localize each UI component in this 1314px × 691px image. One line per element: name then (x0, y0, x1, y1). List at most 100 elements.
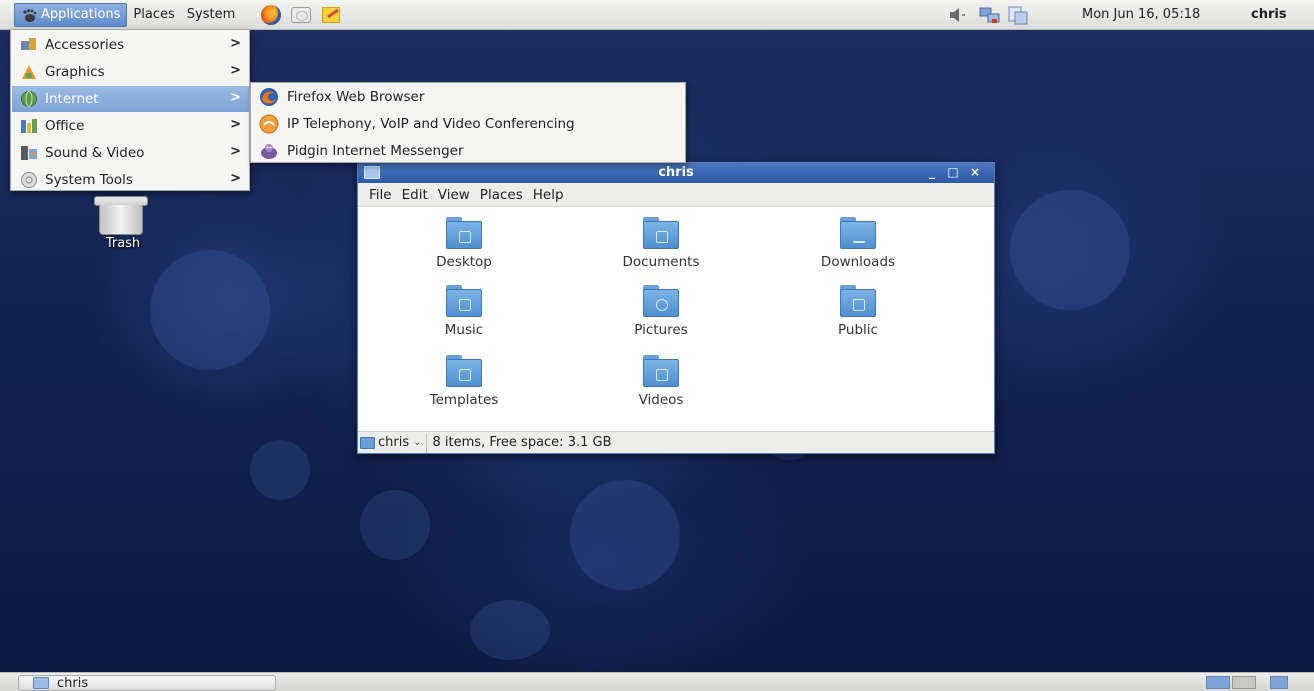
menu-item-label: Graphics (45, 64, 105, 80)
folder-desktop[interactable]: Desktop (394, 217, 534, 285)
chevron-right-icon: > (230, 144, 241, 159)
close-button[interactable]: × (967, 164, 983, 181)
folder-label: Documents (622, 254, 700, 270)
menu-item-system-tools[interactable]: System Tools > (12, 167, 249, 193)
mail-icon (291, 6, 312, 23)
submenu-item-label: Firefox Web Browser (287, 89, 425, 105)
maximize-button[interactable]: □ (945, 164, 961, 181)
music-folder-icon (446, 285, 482, 317)
videos-folder-icon (643, 355, 679, 387)
folder-public[interactable]: Public (788, 285, 928, 353)
folder-label: Downloads (820, 254, 896, 270)
chevron-right-icon: > (230, 117, 241, 132)
window-title: chris (658, 165, 694, 180)
folder-icon (360, 436, 375, 449)
path-selector[interactable]: chris ⌄ (358, 432, 427, 453)
file-manager-window: chris _ □ × File Edit View Places Help D… (357, 162, 995, 454)
chevron-right-icon: > (230, 90, 241, 105)
menu-item-voip[interactable]: IP Telephony, VoIP and Video Conferencin… (252, 111, 684, 137)
minimize-button[interactable]: _ (924, 164, 940, 181)
taskbar-window-button[interactable]: chris (18, 675, 276, 691)
path-label: chris (378, 435, 410, 450)
system-tools-icon (20, 171, 38, 189)
trash-desktop-icon[interactable]: Trash (86, 194, 160, 264)
folder-templates[interactable]: Templates (394, 355, 534, 423)
menu-item-office[interactable]: Office > (12, 113, 249, 139)
chevron-right-icon: > (230, 36, 241, 51)
window-menubar: File Edit View Places Help (358, 183, 994, 207)
folder-label: Templates (429, 392, 499, 408)
menu-item-graphics[interactable]: Graphics > (12, 59, 249, 85)
bokeh-light (570, 480, 680, 590)
folder-music[interactable]: Music (394, 285, 534, 353)
bokeh-light (360, 490, 430, 560)
volume-icon[interactable] (946, 4, 968, 26)
folder-label: Pictures (634, 322, 688, 338)
menu-item-accessories[interactable]: Accessories > (12, 32, 249, 58)
notes-launcher[interactable] (319, 4, 343, 26)
menu-places[interactable]: Places (475, 183, 528, 207)
applications-menu[interactable]: Applications (14, 2, 128, 27)
folder-icon (33, 677, 49, 689)
menu-item-internet[interactable]: Internet > (12, 86, 249, 112)
menu-item-label: Sound & Video (45, 145, 145, 161)
clock[interactable]: Mon Jun 16, 05:18 (1082, 0, 1200, 30)
gnome-foot-icon (21, 8, 37, 22)
folder-label: Desktop (436, 254, 492, 270)
workspace-2[interactable] (1232, 676, 1256, 689)
downloads-folder-icon (840, 217, 876, 249)
graphics-icon (20, 63, 38, 81)
menu-item-sound-video[interactable]: Sound & Video > (12, 140, 249, 166)
menu-item-label: Accessories (45, 37, 125, 53)
user-menu[interactable]: chris (1251, 0, 1287, 30)
menu-file[interactable]: File (364, 183, 397, 207)
network-icon[interactable] (978, 4, 1000, 26)
system-menu[interactable]: System (181, 3, 241, 27)
menu-help[interactable]: Help (528, 183, 569, 207)
folder-label: Music (444, 322, 484, 338)
folder-label: Public (838, 322, 878, 338)
folder-pictures[interactable]: Pictures (591, 285, 731, 353)
menu-item-label: Office (45, 118, 85, 134)
firefox-icon (259, 87, 279, 107)
pictures-folder-icon (643, 285, 679, 317)
sound-video-icon (20, 144, 38, 162)
folder-downloads[interactable]: Downloads (788, 217, 928, 285)
internet-submenu: Firefox Web Browser IP Telephony, VoIP a… (250, 82, 686, 163)
firefox-icon (261, 4, 282, 25)
folder-label: Videos (638, 392, 684, 408)
submenu-item-label: IP Telephony, VoIP and Video Conferencin… (287, 116, 575, 132)
desktop-folder-icon (446, 217, 482, 249)
applications-label: Applications (41, 6, 121, 22)
menu-item-label: System Tools (45, 172, 133, 188)
show-desktop-button[interactable] (1270, 676, 1288, 689)
folder-documents[interactable]: Documents (591, 217, 731, 285)
trash-icon (94, 196, 148, 235)
folder-videos[interactable]: Videos (591, 355, 731, 423)
chevron-right-icon: > (230, 63, 241, 78)
menu-edit[interactable]: Edit (397, 183, 433, 207)
firefox-launcher[interactable] (259, 4, 283, 26)
bokeh-light (250, 440, 310, 500)
bottom-panel: chris (0, 672, 1314, 691)
pidgin-icon (259, 141, 279, 161)
mail-launcher[interactable] (289, 4, 313, 26)
window-titlebar[interactable]: chris _ □ × (358, 163, 994, 183)
accessories-icon (20, 36, 38, 54)
places-menu[interactable]: Places (127, 3, 180, 27)
user-switcher-icon[interactable] (1006, 4, 1028, 26)
status-bar: chris ⌄ 8 items, Free space: 3.1 GB (358, 431, 994, 453)
notes-icon (322, 6, 341, 23)
menu-item-pidgin[interactable]: Pidgin Internet Messenger (252, 138, 684, 164)
menu-item-label: Internet (45, 91, 99, 107)
taskbar-window-label: chris (57, 675, 89, 691)
office-icon (20, 117, 38, 135)
folder-view: Desktop Documents Downloads Music Pictur… (358, 207, 994, 431)
workspace-1[interactable] (1206, 676, 1230, 689)
public-folder-icon (840, 285, 876, 317)
menu-item-firefox[interactable]: Firefox Web Browser (252, 84, 684, 110)
chevron-right-icon: > (230, 171, 241, 186)
menu-view[interactable]: View (433, 183, 475, 207)
submenu-item-label: Pidgin Internet Messenger (287, 143, 464, 159)
bokeh-light (470, 600, 550, 660)
